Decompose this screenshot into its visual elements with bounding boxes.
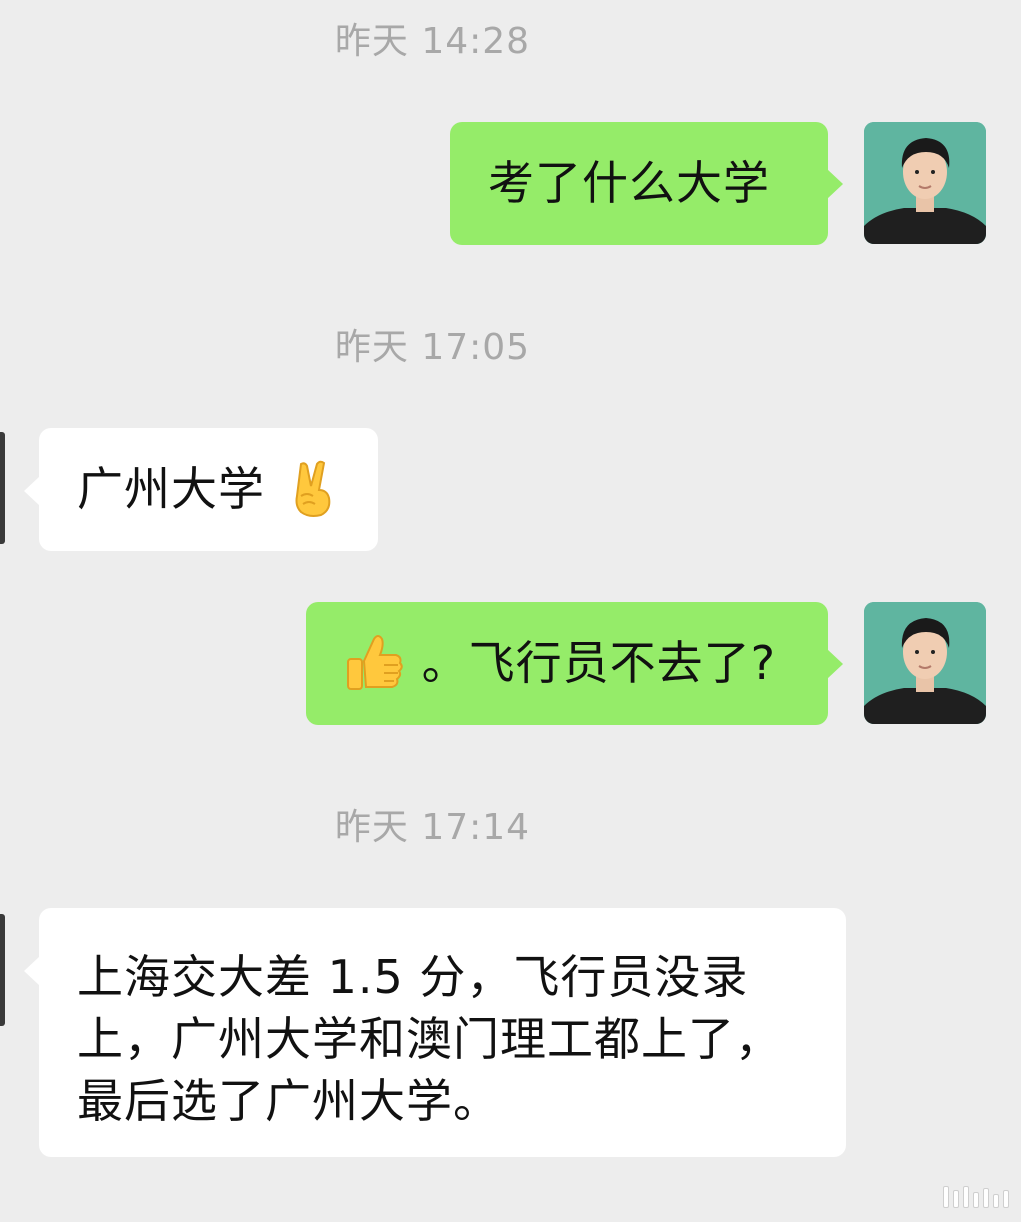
user-portrait-avatar-icon xyxy=(864,122,986,244)
message-text: 考了什么大学 xyxy=(488,156,770,210)
user-portrait-avatar-icon xyxy=(864,602,986,724)
my-avatar[interactable] xyxy=(864,602,986,724)
message-text: 广州大学 xyxy=(77,462,265,516)
sent-message-bubble[interactable]: 考了什么大学 xyxy=(450,122,843,245)
contact-avatar[interactable] xyxy=(0,914,5,1026)
timestamp: 昨天 14:28 xyxy=(334,21,531,62)
victory-hand-emoji-icon xyxy=(289,460,337,518)
bar-watermark-icon xyxy=(943,1186,1009,1208)
message-text: 。飞行员不去了? xyxy=(421,636,777,690)
message-line: 上海交大差 1.5 分，飞行员没录 xyxy=(77,950,749,1004)
timestamp: 昨天 17:14 xyxy=(334,807,531,848)
chat-window: 昨天 14:28 考了什么大学 昨天 17:05 广州大学 。飞行员不去了? 昨… xyxy=(0,0,1021,1222)
contact-avatar[interactable] xyxy=(0,432,5,544)
timestamp: 昨天 17:05 xyxy=(334,327,531,368)
my-avatar[interactable] xyxy=(864,122,986,244)
thumbs-up-emoji-icon xyxy=(344,631,406,693)
sent-message-bubble[interactable]: 。飞行员不去了? xyxy=(306,602,843,725)
received-message-bubble[interactable]: 广州大学 xyxy=(24,428,378,551)
message-line: 上，广州大学和澳门理工都上了， xyxy=(77,1012,782,1066)
message-line: 最后选了广州大学。 xyxy=(77,1074,500,1128)
received-message-bubble[interactable]: 上海交大差 1.5 分，飞行员没录 上，广州大学和澳门理工都上了， 最后选了广州… xyxy=(24,908,846,1157)
